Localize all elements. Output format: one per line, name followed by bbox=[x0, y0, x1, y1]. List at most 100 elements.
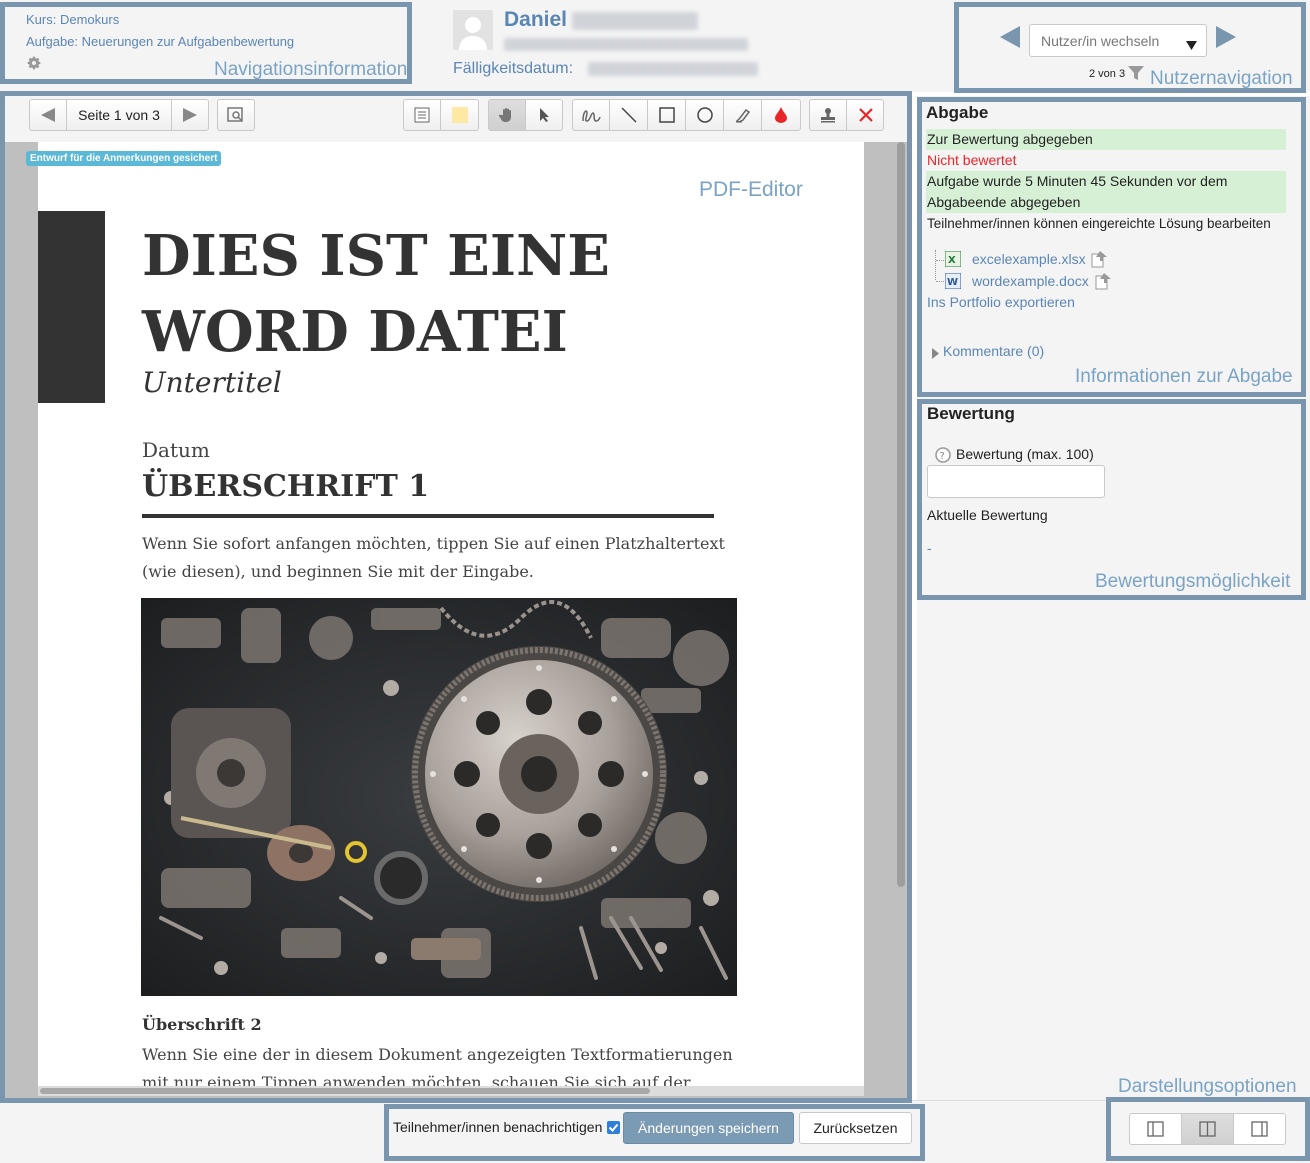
title-line-1: DIES IST EINE bbox=[142, 223, 610, 289]
redacted-last-name bbox=[572, 12, 698, 30]
drawing-tools-group bbox=[572, 99, 801, 131]
oval-tool-button[interactable] bbox=[686, 100, 724, 130]
file-tree-branch bbox=[936, 260, 944, 261]
draft-saved-badge: Entwurf für die Anmerkungen gesichert bbox=[26, 151, 222, 166]
submission-info-annotation: Informationen zur Abgabe bbox=[1075, 366, 1293, 387]
excel-file-icon: X bbox=[944, 250, 962, 270]
pan-select-group bbox=[488, 99, 563, 131]
document-edit-icon[interactable] bbox=[1091, 251, 1107, 271]
filter-icon[interactable] bbox=[1128, 66, 1144, 83]
rectangle-icon bbox=[658, 107, 675, 123]
search-comments-icon bbox=[227, 107, 243, 122]
stamp-tool-button[interactable] bbox=[810, 100, 847, 130]
line-icon bbox=[620, 107, 637, 123]
reset-button[interactable]: Zurücksetzen bbox=[799, 1112, 912, 1144]
heading-2: Überschrift 2 bbox=[142, 1015, 262, 1034]
document-edit-icon[interactable] bbox=[1095, 273, 1111, 293]
select-tool-button[interactable] bbox=[526, 100, 563, 130]
next-page-button[interactable] bbox=[172, 100, 208, 130]
rectangle-tool-button[interactable] bbox=[648, 100, 686, 130]
paragraph-1-line-2: (wie diesen), und beginnen Sie mit der E… bbox=[142, 562, 534, 581]
stamp-delete-group bbox=[809, 99, 884, 131]
user-switch-select[interactable]: Nutzer/in wechseln bbox=[1029, 24, 1207, 57]
paragraph-2-line-1: Wenn Sie eine der in diesem Dokument ang… bbox=[142, 1045, 733, 1064]
line-tool-button[interactable] bbox=[610, 100, 648, 130]
user-name[interactable]: Daniel bbox=[504, 8, 567, 32]
editing-status: Teilnehmer/innen können eingereichte Lös… bbox=[927, 216, 1271, 231]
delete-annotation-button[interactable] bbox=[847, 100, 884, 130]
engine-parts-image bbox=[141, 598, 737, 996]
pan-tool-button[interactable] bbox=[489, 100, 526, 130]
comment-tools-group bbox=[403, 99, 479, 131]
grading-status: Nicht bewertet bbox=[927, 152, 1017, 168]
redacted-due-date bbox=[588, 62, 758, 76]
color-tool-button[interactable] bbox=[762, 100, 800, 130]
page-indicator[interactable]: Seite 1 von 3 bbox=[67, 100, 172, 130]
yellow-swatch-icon bbox=[451, 107, 468, 123]
comments-toggle[interactable]: Kommentare (0) bbox=[943, 343, 1044, 359]
heading-1: ÜBERSCHRIFT 1 bbox=[142, 469, 430, 504]
pdf-page[interactable]: DIES IST EINE WORD DATEI Untertitel Datu… bbox=[38, 142, 864, 1086]
time-remaining-line-1: Aufgabe wurde 5 Minuten 45 Sekunden vor … bbox=[926, 171, 1286, 192]
document-date: Datum bbox=[142, 438, 210, 462]
pdf-editor-annotation: PDF-Editor bbox=[699, 178, 803, 201]
file-tree-branch bbox=[936, 281, 944, 282]
document-title: DIES IST EINE WORD DATEI bbox=[142, 218, 610, 370]
excel-file-link[interactable]: excelexample.xlsx bbox=[972, 251, 1086, 267]
due-date-label: Fälligkeitsdatum: bbox=[453, 60, 574, 77]
default-layout-button[interactable] bbox=[1182, 1114, 1234, 1144]
paragraph-2: Wenn Sie eine der in diesem Dokument ang… bbox=[142, 1041, 733, 1086]
paragraph-1-line-1: Wenn Sie sofort anfangen möchten, tippen… bbox=[142, 534, 725, 553]
highlight-tool-button[interactable] bbox=[724, 100, 762, 130]
red-drop-icon bbox=[775, 107, 787, 123]
heading-rule bbox=[142, 514, 714, 518]
portfolio-export-link[interactable]: Ins Portfolio exportieren bbox=[927, 294, 1075, 310]
svg-text:W: W bbox=[947, 277, 958, 288]
gear-icon[interactable] bbox=[26, 55, 42, 74]
cursor-icon bbox=[539, 108, 549, 122]
save-changes-button[interactable]: Änderungen speichern bbox=[623, 1112, 794, 1144]
checkmark-icon bbox=[608, 1123, 619, 1132]
horizontal-scrollbar[interactable] bbox=[40, 1088, 650, 1094]
pen-icon bbox=[582, 110, 601, 122]
comment-tool-button[interactable] bbox=[404, 100, 441, 130]
next-user-arrow-icon[interactable] bbox=[1216, 26, 1236, 51]
course-link[interactable]: Kurs: Demokurs bbox=[26, 12, 119, 27]
grade-input[interactable] bbox=[927, 465, 1105, 498]
paragraph-1: Wenn Sie sofort anfangen möchten, tippen… bbox=[142, 530, 725, 586]
hand-icon bbox=[498, 108, 511, 122]
collapse-review-panel-button[interactable] bbox=[1234, 1114, 1285, 1144]
navigation-info-annotation: Navigationsinformation bbox=[214, 59, 408, 80]
grading-heading: Bewertung bbox=[927, 404, 1015, 423]
notify-label: Teilnehmer/innen benachrichtigen bbox=[393, 1119, 603, 1135]
pen-tool-button[interactable] bbox=[573, 100, 610, 130]
search-comments-button[interactable] bbox=[217, 99, 255, 131]
avatar[interactable] bbox=[453, 10, 493, 50]
file-tree-line bbox=[935, 250, 936, 280]
svg-text:?: ? bbox=[940, 451, 945, 462]
current-grade-label: Aktuelle Bewertung bbox=[927, 507, 1048, 523]
display-options-group bbox=[1129, 1113, 1286, 1145]
previous-page-button[interactable] bbox=[30, 100, 67, 130]
grade-label: Bewertung (max. 100) bbox=[956, 446, 1094, 462]
layout-left-icon bbox=[1147, 1121, 1164, 1137]
user-switch-placeholder: Nutzer/in wechseln bbox=[1041, 33, 1160, 49]
chevron-right-icon[interactable] bbox=[932, 346, 939, 362]
previous-user-arrow-icon[interactable] bbox=[1000, 26, 1020, 51]
layout-right-icon bbox=[1251, 1121, 1268, 1137]
notify-checkbox[interactable] bbox=[607, 1121, 620, 1134]
collapse-grade-panel-button[interactable] bbox=[1130, 1114, 1182, 1144]
title-line-2: WORD DATEI bbox=[142, 299, 568, 365]
comment-color-button[interactable] bbox=[441, 100, 478, 130]
grading-annotation: Bewertungsmöglichkeit bbox=[1095, 571, 1291, 592]
stamp-icon bbox=[821, 108, 835, 123]
close-icon bbox=[858, 108, 873, 122]
assignment-link[interactable]: Aufgabe: Neuerungen zur Aufgabenbewertun… bbox=[26, 34, 294, 49]
submission-status: Zur Bewertung abgegeben bbox=[926, 129, 1286, 150]
display-options-annotation: Darstellungsoptionen bbox=[1118, 1076, 1297, 1097]
word-file-link[interactable]: wordexample.docx bbox=[972, 273, 1089, 289]
help-icon[interactable]: ? bbox=[935, 447, 951, 466]
user-count: 2 von 3 bbox=[1089, 68, 1126, 80]
vertical-scrollbar[interactable] bbox=[897, 142, 905, 887]
redacted-email bbox=[504, 38, 748, 51]
